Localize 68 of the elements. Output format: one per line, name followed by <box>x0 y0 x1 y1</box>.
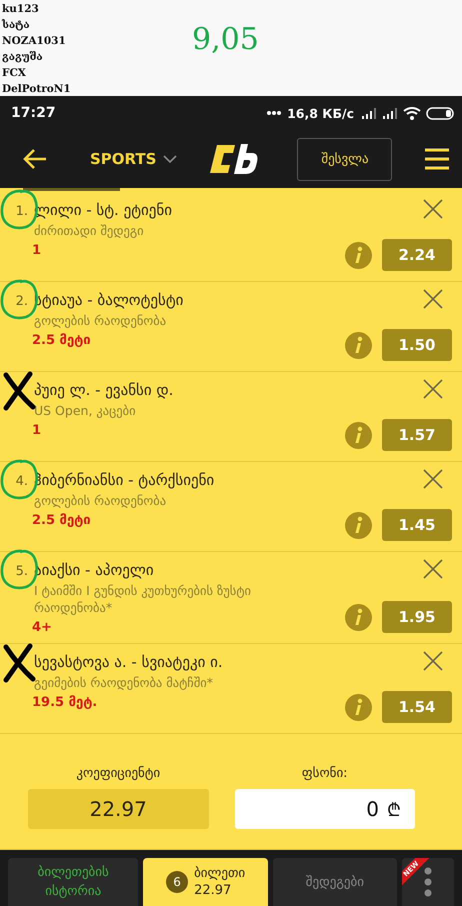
close-icon[interactable] <box>422 378 444 400</box>
close-icon[interactable] <box>422 468 444 490</box>
info-icon[interactable] <box>345 332 372 358</box>
stake-field[interactable]: 0 ₾ <box>234 789 415 829</box>
more-icon <box>424 867 432 897</box>
close-icon[interactable] <box>422 650 444 672</box>
info-icon[interactable] <box>345 512 372 538</box>
signal-icon <box>361 107 377 119</box>
back-arrow-icon[interactable] <box>22 148 48 170</box>
odds-value: 1.50 <box>382 329 452 361</box>
user-name: DelPotroN1 <box>2 82 72 97</box>
bet-pick: 2.5 მეტი <box>32 333 92 348</box>
caret-icon <box>163 154 178 164</box>
cross-mark-drawing <box>2 643 36 683</box>
info-icon[interactable] <box>345 604 372 630</box>
market-name: US Open, კაცები <box>34 402 137 419</box>
bet-pick: 1 <box>32 243 42 258</box>
match-title: პუიე ლ. - ევანსი დ. <box>34 381 174 399</box>
results-tab[interactable]: შედეგები <box>272 858 397 906</box>
odds-value: 1.57 <box>382 419 452 451</box>
info-icon[interactable] <box>345 694 372 720</box>
bet-number: 2. <box>14 294 29 309</box>
market-name: გეიმების რაოდენობა მატჩში* <box>34 674 214 691</box>
user-name: FCX <box>2 66 27 81</box>
user-name: სატა <box>2 18 31 33</box>
bet-pick: 2.5 მეტი <box>32 513 92 528</box>
coefficient-value: 22.97 <box>28 789 208 829</box>
more-dots-icon <box>266 110 282 116</box>
bet-slip-tab[interactable]: 6 ბილეთი 22.97 <box>143 858 268 906</box>
count-badge: 6 <box>166 871 188 893</box>
wifi-icon <box>403 106 421 120</box>
bet-number: 1. <box>14 204 29 219</box>
bet-pick: 19.5 მეტ. <box>32 695 98 710</box>
network-speed: 16,8 КБ/с <box>287 106 354 120</box>
login-button[interactable]: შესვლა <box>297 138 392 180</box>
close-icon[interactable] <box>422 558 444 580</box>
market-name: გოლების რაოდენობა <box>34 312 168 329</box>
odds-value: 1.95 <box>382 601 452 633</box>
sports-menu[interactable]: SPORTS <box>90 150 178 168</box>
close-icon[interactable] <box>422 288 444 310</box>
market-name: ძირითადი შედეგი <box>34 222 145 239</box>
match-title: სევასტოვა ა. - სვიატეკი ი. <box>34 653 223 671</box>
battery-icon <box>426 106 454 120</box>
bet-pick: 4+ <box>32 620 53 635</box>
user-name: NOZA1031 <box>2 34 67 49</box>
user-name: ku123 <box>2 2 40 17</box>
odds-value: 1.54 <box>382 691 452 723</box>
tab-total: 22.97 <box>194 882 232 899</box>
cross-mark-drawing <box>2 371 36 411</box>
market-name: I ტაიმში I გუნდის კუთხურების ზუსტი რაოდენობა* <box>34 582 252 616</box>
bet-number: 4. <box>14 474 29 489</box>
signal-icon <box>382 107 398 119</box>
history-tab[interactable]: ბილეთების ისტორია <box>8 858 138 906</box>
stake-label: ფსონი: <box>302 766 348 781</box>
user-name: გაგუშა <box>2 50 44 65</box>
odds-value: 1.45 <box>382 509 452 541</box>
clock-time: 17:27 <box>11 105 56 121</box>
tab-label: ბილეთი <box>194 865 246 882</box>
bet-number: 5. <box>14 564 29 579</box>
score-value: 9,05 <box>192 22 259 59</box>
info-icon[interactable] <box>345 242 372 268</box>
close-icon[interactable] <box>422 198 444 220</box>
info-icon[interactable] <box>345 422 372 448</box>
bet-pick: 1 <box>32 423 42 438</box>
odds-value: 2.24 <box>382 239 452 271</box>
coefficient-label: კოეფიციენტი <box>76 766 160 781</box>
menu-icon[interactable] <box>424 148 450 170</box>
market-name: გოლების რაოდენობა <box>34 492 168 509</box>
